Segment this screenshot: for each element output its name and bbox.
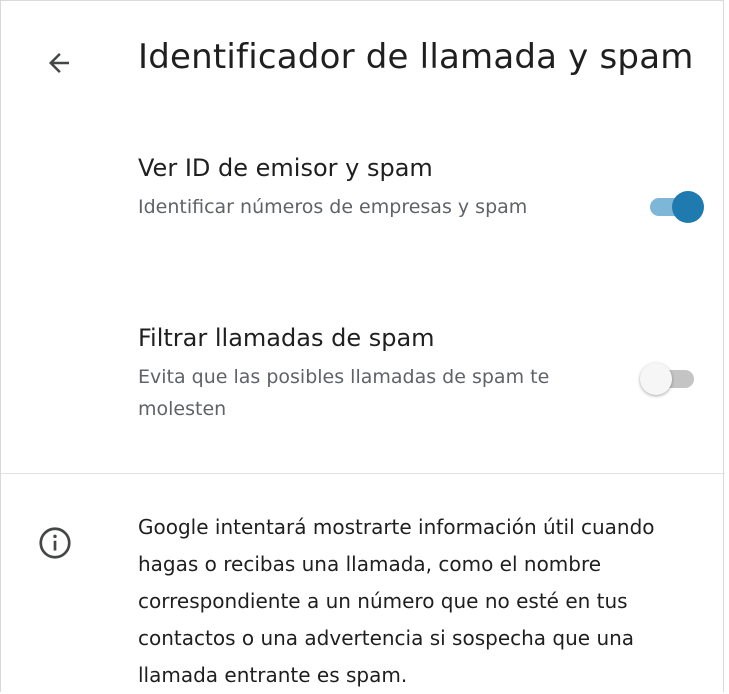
- settings-screen: Identificador de llamada y spam Ver ID d…: [0, 0, 725, 692]
- caller-id-toggle[interactable]: [646, 191, 704, 223]
- setting-description: Evita que las posibles llamadas de spam …: [138, 366, 550, 420]
- setting-caller-id-spam[interactable]: Ver ID de emisor y spam Identificar núme…: [138, 151, 708, 271]
- arrow-back-icon: [49, 53, 69, 73]
- filter-spam-toggle[interactable]: [640, 363, 698, 395]
- setting-title: Filtrar llamadas de spam: [138, 324, 435, 352]
- setting-title: Ver ID de emisor y spam: [138, 154, 433, 182]
- page-title: Identificador de llamada y spam: [138, 37, 694, 77]
- info-description: Google intentará mostrarte información ú…: [138, 515, 655, 687]
- info-icon: [39, 527, 71, 559]
- toggle-thumb: [672, 191, 704, 223]
- setting-filter-spam-calls[interactable]: Filtrar llamadas de spam Evita que las p…: [138, 321, 708, 441]
- back-button[interactable]: [35, 39, 83, 87]
- setting-description: Identificar números de empresas y spam: [138, 196, 528, 218]
- section-divider: [1, 473, 725, 474]
- toggle-thumb: [640, 363, 672, 395]
